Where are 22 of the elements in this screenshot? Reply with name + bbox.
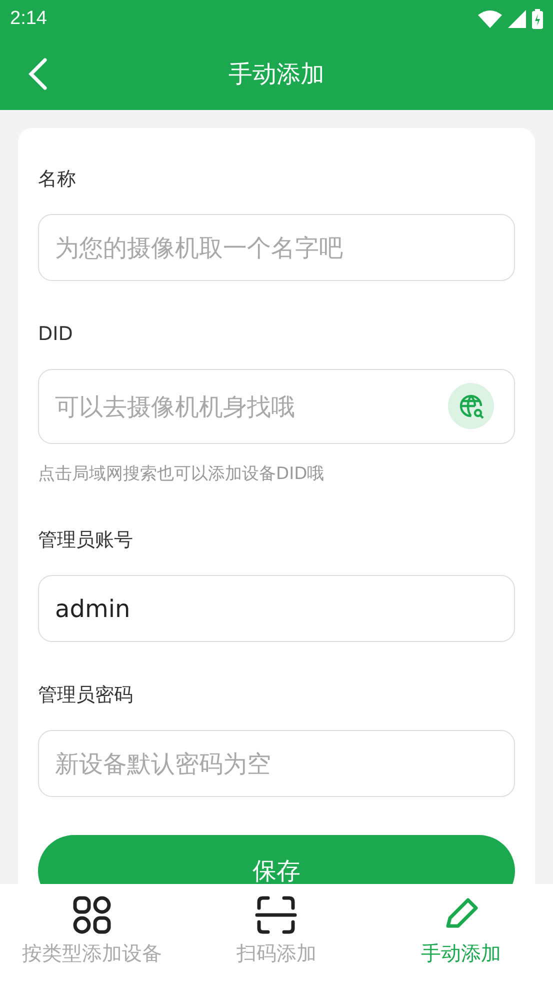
input-field[interactable]: 可以去摄像机机身找哦 [38, 369, 515, 444]
scan-icon [255, 896, 298, 934]
input-field[interactable]: 为您的摄像机取一个名字吧 [38, 214, 515, 281]
globe-search-icon [458, 393, 484, 419]
field-label: 管理员账号 [38, 528, 133, 553]
nav-tab[interactable]: 手动添加 [368, 884, 553, 984]
input-field[interactable]: 新设备默认密码为空 [38, 730, 515, 797]
input-field[interactable]: admin [38, 575, 515, 642]
back-icon[interactable] [28, 58, 48, 90]
field-label: 管理员密码 [38, 683, 133, 708]
nav-tab[interactable]: 按类型添加设备 [0, 884, 184, 984]
field-label: DID [38, 322, 73, 347]
field-label: 名称 [38, 167, 76, 192]
battery-icon [532, 9, 543, 29]
grid-icon [73, 896, 112, 934]
status-time: 2:14 [10, 8, 47, 30]
field-hint: 点击局域网搜索也可以添加设备DID哦 [38, 463, 324, 486]
nav-tab[interactable]: 扫码添加 [184, 884, 369, 984]
page-title: 手动添加 [228, 59, 324, 90]
signal-icon [508, 10, 526, 28]
wifi-icon [478, 10, 502, 28]
save-button[interactable]: 保存 [38, 835, 515, 884]
